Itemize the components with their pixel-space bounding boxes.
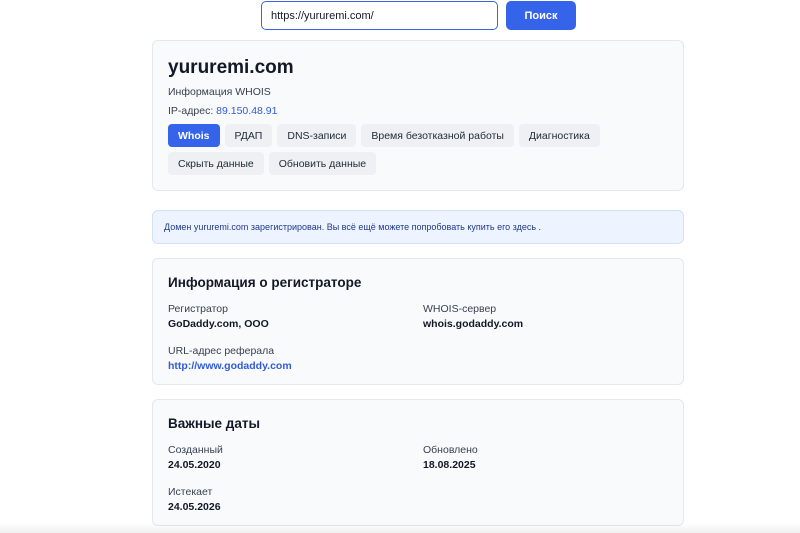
updated-field: Обновлено 18.08.2025: [423, 443, 678, 472]
expires-value: 24.05.2026: [168, 501, 221, 513]
tab-rdap[interactable]: РДАП: [224, 124, 273, 147]
registrar-label: Регистратор: [168, 303, 228, 315]
notice-prefix: Домен: [164, 222, 192, 232]
tab-diagnostics[interactable]: Диагностика: [518, 124, 600, 147]
referral-url-field: URL-адрес реферала http://www.godaddy.co…: [168, 344, 423, 373]
domain-title: yururemi.com: [168, 57, 294, 78]
registration-notice: Домен yururemi.com зарегистрирован. Вы в…: [152, 210, 684, 244]
ip-link[interactable]: 89.150.48.91: [216, 105, 277, 117]
refresh-data-button[interactable]: Обновить данные: [268, 152, 377, 175]
domain-card: yururemi.com Информация WHOIS IP-адрес: …: [152, 40, 684, 191]
dates-card: Важные даты Созданный 24.05.2020 Обновле…: [152, 399, 684, 526]
dates-grid: Созданный 24.05.2020 Обновлено 18.08.202…: [168, 443, 668, 514]
search-input[interactable]: [261, 1, 498, 30]
registrar-value: GoDaddy.com, ООО: [168, 318, 269, 330]
whois-server-field: WHOIS-сервер whois.godaddy.com: [423, 302, 678, 331]
expires-field: Истекает 24.05.2026: [168, 485, 423, 514]
updated-value: 18.08.2025: [423, 459, 476, 471]
hide-data-button[interactable]: Скрыть данные: [168, 152, 264, 175]
whois-subtitle: Информация WHOIS: [168, 86, 271, 98]
tab-bar: Whois РДАП DNS-записи Время безотказной …: [168, 124, 628, 175]
registrar-section-title: Информация о регистраторе: [168, 275, 362, 290]
tab-dns-records[interactable]: DNS-записи: [277, 124, 357, 147]
search-button[interactable]: Поиск: [506, 1, 576, 30]
created-value: 24.05.2020: [168, 459, 221, 471]
dates-section-title: Важные даты: [168, 416, 260, 431]
ip-label: IP-адрес:: [168, 105, 214, 117]
referral-url-link[interactable]: http://www.godaddy.com: [168, 359, 423, 373]
search-bar: Поиск: [261, 1, 576, 30]
whois-server-label: WHOIS-сервер: [423, 303, 497, 315]
referral-url-label: URL-адрес реферала: [168, 345, 275, 357]
registrar-card: Информация о регистраторе Регистратор Go…: [152, 258, 684, 385]
tab-whois[interactable]: Whois: [168, 124, 220, 147]
created-label: Созданный: [168, 444, 223, 456]
created-field: Созданный 24.05.2020: [168, 443, 423, 472]
ip-line: IP-адрес: 89.150.48.91: [168, 105, 668, 117]
registrar-field: Регистратор GoDaddy.com, ООО: [168, 302, 423, 331]
notice-text: зарегистрирован. Вы всё ещё можете попро…: [250, 222, 542, 232]
updated-label: Обновлено: [423, 444, 478, 456]
registrar-grid: Регистратор GoDaddy.com, ООО WHOIS-серве…: [168, 302, 668, 373]
whois-server-value: whois.godaddy.com: [423, 318, 524, 330]
tab-uptime[interactable]: Время безотказной работы: [361, 124, 514, 147]
notice-domain: yururemi.com: [193, 222, 249, 232]
expires-label: Истекает: [168, 486, 213, 498]
bottom-shadow: [0, 523, 800, 533]
